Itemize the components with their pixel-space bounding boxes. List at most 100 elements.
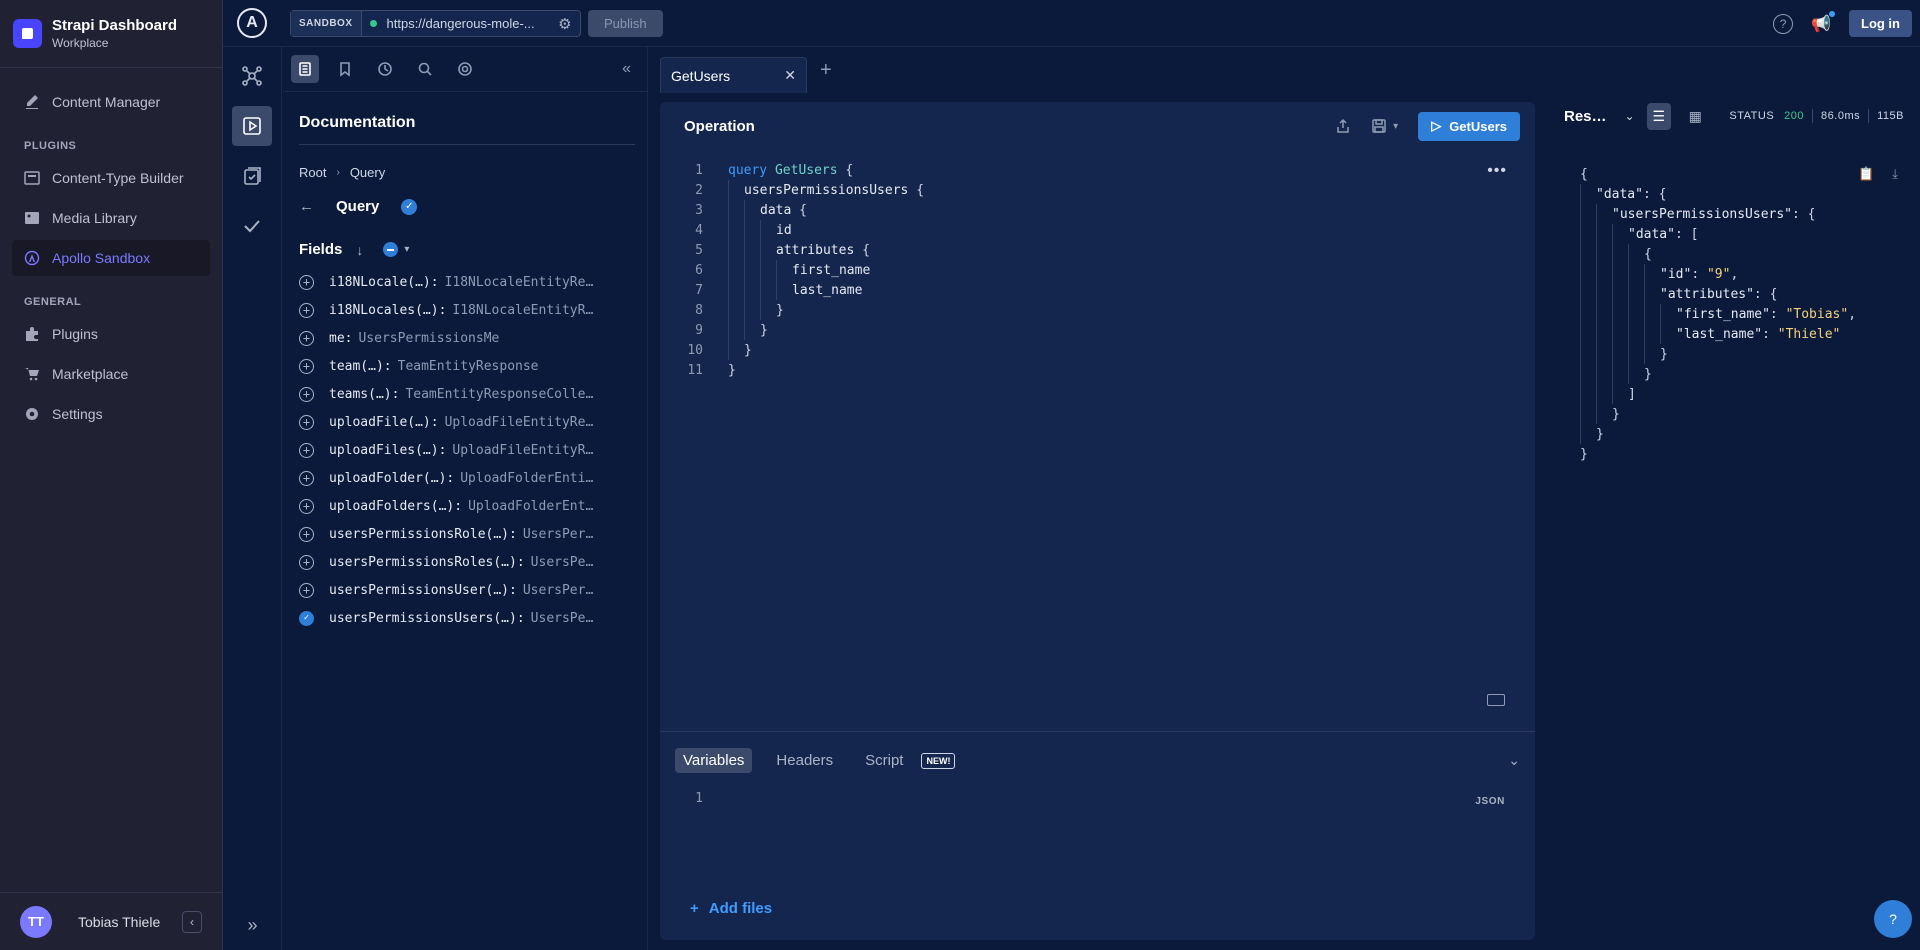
checked-circle-icon[interactable]: ✓ bbox=[299, 610, 314, 626]
response-title[interactable]: Res… bbox=[1564, 108, 1607, 125]
add-field-icon[interactable]: + bbox=[299, 470, 314, 486]
sort-arrow-icon[interactable]: ↓ bbox=[356, 242, 363, 258]
add-field-icon[interactable]: + bbox=[299, 526, 314, 542]
close-icon[interactable]: ✕ bbox=[784, 67, 796, 84]
field-type[interactable]: I18NLocaleEntityRe… bbox=[445, 275, 594, 290]
add-field-icon[interactable]: + bbox=[299, 498, 314, 514]
field-type[interactable]: UsersPer… bbox=[523, 527, 593, 542]
add-tab-icon[interactable]: + bbox=[820, 59, 832, 82]
add-field-icon[interactable]: + bbox=[299, 442, 314, 458]
field-row[interactable]: + uploadFiles(…): UploadFileEntityR… bbox=[283, 436, 647, 464]
field-row[interactable]: + usersPermissionsRoles(…): UsersPe… bbox=[283, 548, 647, 576]
field-type[interactable]: UsersPermissionsMe bbox=[358, 331, 499, 346]
breadcrumb-root[interactable]: Root bbox=[299, 165, 326, 180]
field-row[interactable]: ✓ usersPermissionsUsers(…): UsersPe… bbox=[283, 604, 647, 632]
nav-media-library[interactable]: Media Library bbox=[12, 200, 210, 236]
chevron-down-icon[interactable]: ⌄ bbox=[1625, 109, 1635, 123]
more-options-icon[interactable]: ••• bbox=[1487, 162, 1507, 180]
collapse-panel-icon[interactable]: « bbox=[622, 60, 631, 78]
expand-rail-icon[interactable]: » bbox=[223, 915, 282, 936]
nav-plugins[interactable]: Plugins bbox=[12, 316, 210, 352]
help-button[interactable]: ? bbox=[1874, 900, 1912, 938]
apollo-logo-icon[interactable]: A bbox=[237, 8, 267, 38]
field-row[interactable]: + i18NLocale(…): I18NLocaleEntityRe… bbox=[283, 268, 647, 296]
add-field-icon[interactable]: + bbox=[299, 274, 314, 290]
add-field-icon[interactable]: + bbox=[299, 414, 314, 430]
indent-guide bbox=[744, 320, 760, 340]
field-type[interactable]: UploadFolderEnt… bbox=[468, 499, 593, 514]
check-circle-icon[interactable]: ✓ bbox=[401, 198, 418, 215]
field-row[interactable]: + i18NLocales(…): I18NLocaleEntityR… bbox=[283, 296, 647, 324]
explorer-icon[interactable] bbox=[232, 106, 272, 146]
bookmark-icon[interactable] bbox=[331, 55, 359, 83]
field-type[interactable]: I18NLocaleEntityR… bbox=[452, 303, 593, 318]
field-type[interactable]: UsersPe… bbox=[531, 555, 594, 570]
nav-apollo-sandbox[interactable]: Apollo Sandbox bbox=[12, 240, 210, 276]
history-icon[interactable] bbox=[371, 55, 399, 83]
remove-all-icon[interactable] bbox=[383, 242, 399, 257]
run-operation-button[interactable]: ▷ GetUsers bbox=[1418, 111, 1520, 141]
field-row[interactable]: + uploadFile(…): UploadFileEntityRe… bbox=[283, 408, 647, 436]
breadcrumb-query[interactable]: Query bbox=[350, 165, 385, 180]
variables-editor[interactable]: 1 bbox=[660, 773, 1535, 806]
add-field-icon[interactable]: + bbox=[299, 386, 314, 402]
field-row[interactable]: + team(…): TeamEntityResponse bbox=[283, 352, 647, 380]
json-view-icon[interactable]: ☰ bbox=[1646, 102, 1671, 130]
field-type[interactable]: UploadFileEntityRe… bbox=[445, 415, 594, 430]
endpoint-selector[interactable]: SANDBOX https://dangerous-mole-... ⚙ bbox=[290, 10, 581, 37]
code-editor[interactable]: 1 query GetUsers {2 usersPermissionsUsers … bbox=[660, 160, 1535, 380]
tab-headers[interactable]: Headers bbox=[768, 748, 841, 773]
field-type[interactable]: TeamEntityResponse bbox=[398, 359, 539, 374]
nav-settings[interactable]: Settings bbox=[12, 396, 210, 432]
chevron-down-icon[interactable]: ▾ bbox=[404, 244, 409, 255]
publish-button[interactable]: Publish bbox=[588, 10, 663, 37]
indent-guide bbox=[1612, 364, 1628, 384]
field-type[interactable]: UploadFileEntityR… bbox=[452, 443, 593, 458]
status-code: 200 bbox=[1784, 110, 1805, 122]
schema-icon[interactable] bbox=[232, 56, 272, 96]
search-icon[interactable] bbox=[411, 55, 439, 83]
nav-content-type-builder[interactable]: Content-Type Builder bbox=[12, 160, 210, 196]
field-type[interactable]: UsersPe… bbox=[531, 611, 594, 626]
tab-variables[interactable]: Variables bbox=[675, 748, 753, 773]
gear-icon[interactable]: ⚙ bbox=[558, 15, 571, 33]
field-row[interactable]: + teams(…): TeamEntityResponseColle… bbox=[283, 380, 647, 408]
field-type[interactable]: UploadFolderEnti… bbox=[460, 471, 593, 486]
collapse-sidebar-button[interactable]: ‹ bbox=[182, 910, 202, 933]
field-row[interactable]: + me: UsersPermissionsMe bbox=[283, 324, 647, 352]
add-field-icon[interactable]: + bbox=[299, 330, 314, 346]
tab-script[interactable]: Script bbox=[857, 748, 911, 773]
nav-marketplace[interactable]: Marketplace bbox=[12, 356, 210, 392]
share-icon[interactable] bbox=[1335, 118, 1351, 134]
help-icon[interactable]: ? bbox=[1773, 13, 1794, 34]
user-menu[interactable]: TT Tobias Thiele ‹ bbox=[0, 892, 222, 950]
field-row[interactable]: + uploadFolders(…): UploadFolderEnt… bbox=[283, 492, 647, 520]
checks-icon[interactable] bbox=[232, 156, 272, 196]
add-field-icon[interactable]: + bbox=[299, 302, 314, 318]
login-button[interactable]: Log in bbox=[1849, 10, 1912, 37]
download-icon[interactable]: ⤓ bbox=[1892, 166, 1898, 182]
add-field-icon[interactable]: + bbox=[299, 554, 314, 570]
field-type[interactable]: TeamEntityResponseColle… bbox=[405, 387, 593, 402]
nav-content-manager[interactable]: Content Manager bbox=[12, 84, 210, 120]
settings-gear-icon[interactable] bbox=[451, 55, 479, 83]
keyboard-shortcuts-icon[interactable] bbox=[1487, 694, 1505, 706]
table-view-icon[interactable]: ▦ bbox=[1683, 103, 1707, 130]
field-type[interactable]: UsersPer… bbox=[523, 583, 593, 598]
checkmark-icon[interactable] bbox=[232, 206, 272, 246]
tab-getusers[interactable]: GetUsers ✕ bbox=[660, 57, 807, 93]
endpoint-url[interactable]: https://dangerous-mole-... ⚙ bbox=[362, 11, 580, 36]
collapse-chevron-icon[interactable]: ⌄ bbox=[1508, 752, 1520, 769]
back-arrow-icon[interactable]: ← bbox=[299, 198, 314, 215]
field-row[interactable]: + usersPermissionsRole(…): UsersPer… bbox=[283, 520, 647, 548]
documentation-tab-icon[interactable] bbox=[291, 55, 319, 83]
save-dropdown[interactable]: ▾ bbox=[1371, 118, 1398, 134]
add-field-icon[interactable]: + bbox=[299, 358, 314, 374]
brand[interactable]: Strapi Dashboard Workplace bbox=[0, 0, 222, 68]
megaphone-icon[interactable]: 📢 bbox=[1811, 10, 1835, 34]
field-row[interactable]: + uploadFolder(…): UploadFolderEnti… bbox=[283, 464, 647, 492]
field-row[interactable]: + usersPermissionsUser(…): UsersPer… bbox=[283, 576, 647, 604]
copy-icon[interactable]: 📋 bbox=[1858, 166, 1874, 182]
add-field-icon[interactable]: + bbox=[299, 582, 314, 598]
add-files-button[interactable]: + Add files bbox=[690, 900, 772, 917]
